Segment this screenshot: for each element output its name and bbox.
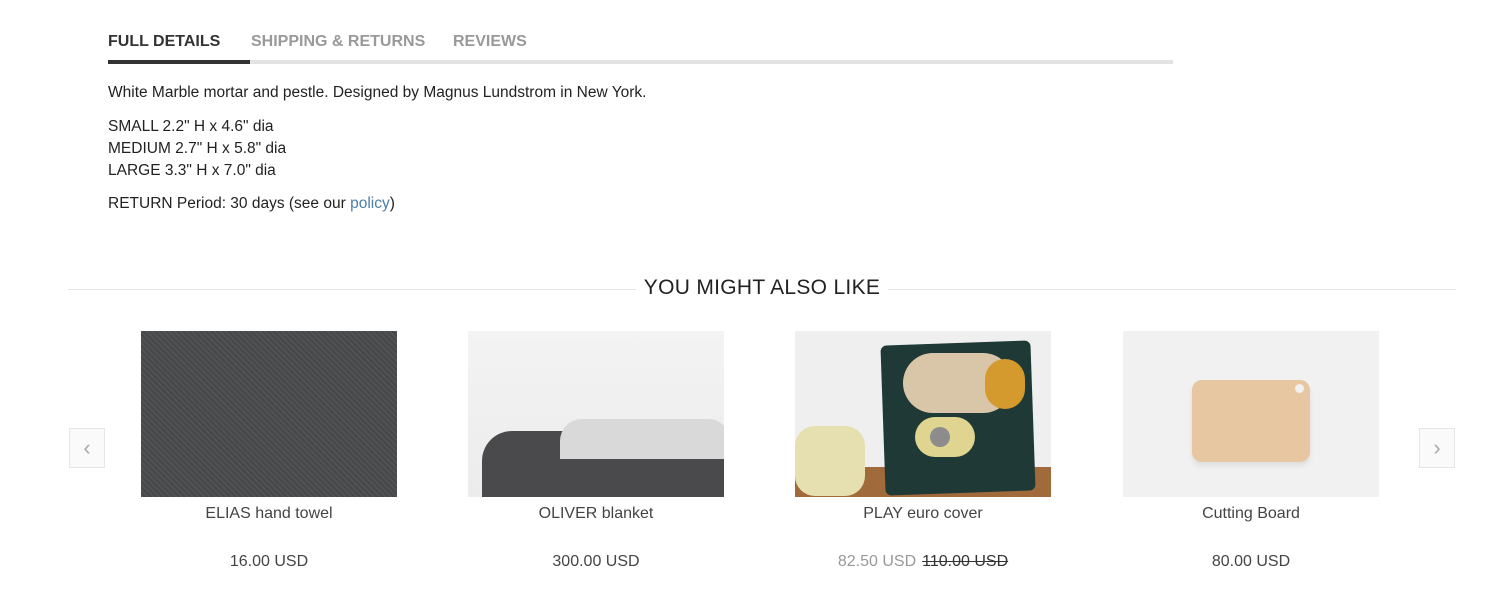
size-small: SMALL 2.2" H x 4.6" dia — [108, 118, 274, 135]
product-description: White Marble mortar and pestle. Designed… — [108, 84, 647, 101]
tab-shipping-returns[interactable]: SHIPPING & RETURNS — [251, 33, 425, 51]
product-image-towel[interactable] — [141, 331, 397, 497]
product-image-blanket[interactable] — [468, 331, 724, 497]
original-price: 110.00 USD — [922, 553, 1009, 570]
return-period-close: ) — [389, 195, 395, 212]
section-divider-left — [68, 289, 636, 290]
product-card[interactable]: OLIVER blanket 300.00 USD — [468, 331, 724, 570]
product-name[interactable]: ELIAS hand towel — [111, 505, 427, 523]
product-card[interactable]: ELIAS hand towel 16.00 USD — [141, 331, 397, 570]
product-name[interactable]: PLAY euro cover — [765, 505, 1081, 523]
size-list: SMALL 2.2" H x 4.6" dia MEDIUM 2.7" H x … — [108, 116, 286, 182]
chevron-right-icon: › — [1433, 435, 1441, 460]
product-price: 82.50 USD 110.00 USD — [765, 553, 1081, 571]
sale-price: 82.50 USD — [837, 553, 917, 570]
size-large: LARGE 3.3" H x 7.0" dia — [108, 162, 276, 179]
size-medium: MEDIUM 2.7" H x 5.8" dia — [108, 140, 287, 157]
product-price: 80.00 USD — [1211, 553, 1291, 570]
carousel-next-button[interactable]: › — [1419, 428, 1455, 468]
product-card[interactable]: Cutting Board 80.00 USD — [1123, 331, 1379, 570]
active-tab-indicator — [108, 60, 250, 64]
tab-reviews[interactable]: REVIEWS — [453, 33, 527, 51]
section-divider-right — [888, 289, 1456, 290]
pillow-pattern — [930, 427, 950, 447]
cutting-board-wood — [1192, 380, 1310, 462]
product-name[interactable]: OLIVER blanket — [438, 505, 754, 523]
blanket-fold — [560, 419, 724, 459]
tab-track — [108, 60, 1173, 64]
product-price: 16.00 USD — [229, 553, 309, 570]
product-price: 300.00 USD — [552, 553, 640, 570]
section-title: YOU MIGHT ALSO LIKE — [643, 276, 881, 299]
pillow-side — [795, 426, 865, 496]
pillow-pattern — [985, 359, 1025, 409]
product-tabs: FULL DETAILS SHIPPING & RETURNS REVIEWS — [108, 30, 1173, 66]
product-card[interactable]: PLAY euro cover 82.50 USD 110.00 USD — [795, 331, 1051, 570]
tab-full-details[interactable]: FULL DETAILS — [108, 33, 220, 51]
return-period-text: RETURN Period: 30 days (see our — [108, 195, 351, 212]
return-period: RETURN Period: 30 days (see our policy) — [108, 193, 395, 215]
product-image-pillow[interactable] — [795, 331, 1051, 497]
product-image-cutting-board[interactable] — [1123, 331, 1379, 497]
cutting-board-hole — [1295, 384, 1304, 393]
chevron-left-icon: ‹ — [83, 435, 91, 460]
policy-link[interactable]: policy — [350, 195, 390, 212]
carousel-prev-button[interactable]: ‹ — [69, 428, 105, 468]
product-name[interactable]: Cutting Board — [1093, 505, 1409, 523]
